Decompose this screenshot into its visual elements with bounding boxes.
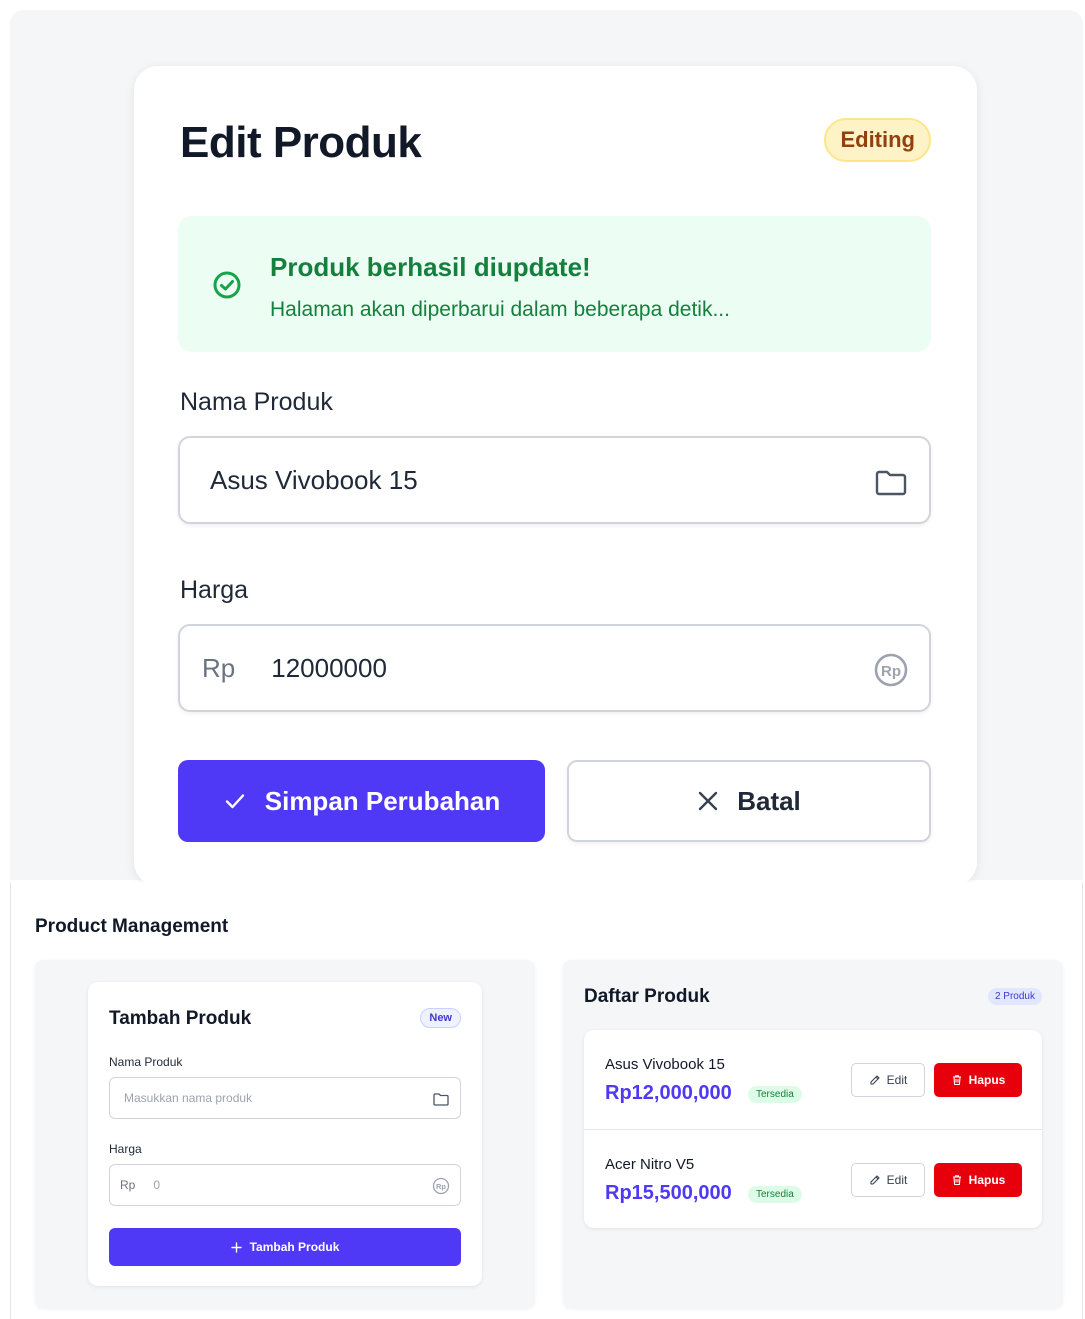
folder-icon — [875, 470, 907, 496]
price-label: Harga — [180, 576, 249, 604]
availability-badge: Tersedia — [748, 1086, 802, 1103]
trash-icon — [952, 1075, 961, 1086]
edit-button-label: Edit — [886, 1073, 908, 1087]
price-input[interactable]: Rp 12000000 Rp — [178, 624, 931, 712]
x-icon — [699, 791, 718, 811]
rupiah-icon: Rp — [432, 1177, 450, 1195]
product-price: Rp15,500,000 — [605, 1182, 732, 1204]
price-field-prefix: Rp — [120, 1178, 136, 1192]
editing-status-badge: Editing — [824, 118, 931, 162]
alert-message: Halaman akan diperbarui dalam beberapa d… — [270, 298, 730, 321]
price-field-placeholder: 0 — [153, 1178, 161, 1192]
alert-title: Produk berhasil diupdate! — [270, 252, 591, 282]
plus-icon — [230, 1241, 242, 1253]
product-name-value: Asus Vivobook 15 — [210, 464, 418, 495]
add-button-label: Tambah Produk — [249, 1240, 340, 1254]
price-field-label: Harga — [109, 1142, 142, 1156]
svg-text:Rp: Rp — [436, 1182, 446, 1191]
add-product-card: Tambah Produk New Nama Produk Masukkan n… — [88, 982, 482, 1286]
delete-button[interactable]: Hapus — [934, 1163, 1022, 1197]
price-value: 12000000 — [271, 652, 387, 683]
edit-product-card: Edit Produk Editing Produk berhasil diup… — [134, 66, 977, 886]
delete-button[interactable]: Hapus — [934, 1063, 1022, 1097]
product-name-input[interactable]: Asus Vivobook 15 — [178, 436, 931, 524]
page-title: Product Management — [35, 916, 229, 937]
cancel-button-label: Batal — [737, 785, 801, 816]
success-alert: Produk berhasil diupdate! Halaman akan d… — [178, 216, 931, 352]
product-management-page: Product Management Tambah Produk New Nam… — [10, 882, 1083, 1319]
add-product-title: Tambah Produk — [109, 1008, 252, 1029]
save-changes-button[interactable]: Simpan Perubahan — [178, 760, 545, 842]
name-label: Nama Produk — [180, 388, 333, 416]
product-name: Asus Vivobook 15 — [605, 1056, 725, 1073]
product-list-panel: Daftar Produk 2 Produk Asus Vivobook 15 … — [563, 960, 1063, 1308]
edit-button[interactable]: Edit — [851, 1063, 925, 1097]
product-row: Acer Nitro V5 Rp15,500,000 Tersedia Edit… — [584, 1129, 1042, 1228]
product-name: Acer Nitro V5 — [605, 1156, 695, 1173]
product-row: Asus Vivobook 15 Rp12,000,000 Tersedia E… — [584, 1030, 1042, 1129]
availability-badge: Tersedia — [748, 1186, 802, 1203]
pencil-icon — [870, 1075, 880, 1085]
price-field[interactable]: Rp 0 Rp — [109, 1164, 461, 1206]
rupiah-icon: Rp — [874, 653, 908, 687]
delete-button-label: Hapus — [968, 1173, 1006, 1187]
name-field-label: Nama Produk — [109, 1055, 183, 1069]
svg-text:Rp: Rp — [881, 663, 901, 680]
edit-title: Edit Produk — [180, 118, 422, 167]
check-icon — [225, 794, 244, 809]
product-list-title: Daftar Produk — [584, 986, 710, 1007]
edit-view-background: Edit Produk Editing Produk berhasil diup… — [10, 10, 1083, 886]
add-product-panel: Tambah Produk New Nama Produk Masukkan n… — [35, 960, 535, 1308]
product-list: Asus Vivobook 15 Rp12,000,000 Tersedia E… — [584, 1030, 1042, 1228]
trash-icon — [952, 1175, 961, 1186]
add-product-button[interactable]: Tambah Produk — [109, 1228, 461, 1266]
product-name-placeholder: Masukkan nama produk — [124, 1091, 253, 1105]
product-count-badge: 2 Produk — [987, 988, 1042, 1005]
new-badge: New — [420, 1008, 461, 1028]
save-button-label: Simpan Perubahan — [264, 785, 501, 816]
pencil-icon — [870, 1175, 880, 1185]
product-name-field[interactable]: Masukkan nama produk — [109, 1077, 461, 1119]
edit-button-label: Edit — [886, 1173, 908, 1187]
edit-button[interactable]: Edit — [851, 1163, 925, 1197]
check-circle-icon — [213, 271, 241, 299]
product-price: Rp12,000,000 — [605, 1082, 732, 1104]
folder-icon — [433, 1093, 449, 1106]
delete-button-label: Hapus — [968, 1073, 1006, 1087]
cancel-button[interactable]: Batal — [567, 760, 931, 842]
price-prefix: Rp — [202, 652, 236, 683]
